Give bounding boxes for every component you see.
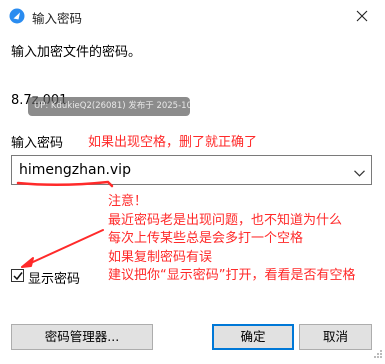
chevron-down-icon[interactable] (354, 170, 365, 177)
watermark-badge: UP: KdukieQ2(26081) 发布于 2025-10-17 (28, 97, 190, 116)
window-title: 输入密码 (32, 11, 83, 26)
annotation-line: 建议把你“显示密码”打开，看看是否有空格 (108, 268, 356, 283)
checkmark-icon (13, 272, 23, 281)
ok-button[interactable]: 确定 (212, 324, 294, 350)
cancel-button[interactable]: 取消 (299, 324, 372, 350)
app-icon (9, 8, 25, 24)
title-bar: 输入密码 (0, 0, 385, 32)
annotation-line: 注意！ (108, 194, 148, 209)
arrow-head (21, 257, 34, 268)
annotation-line: 如果复制密码有误 (108, 249, 213, 265)
show-password-label[interactable]: 显示密码 (28, 268, 80, 287)
annotation-top: 如果出现空格，删了就正确了 (88, 135, 258, 150)
close-icon[interactable] (356, 10, 368, 22)
prompt-text: 输入加密文件的密码。 (11, 45, 142, 60)
password-label: 输入密码 (11, 136, 64, 151)
password-combobox[interactable]: himengzhan.vip (11, 155, 372, 185)
annotation-line: 每次上传某些总是会多打一个空格 (108, 231, 304, 246)
close-button[interactable] (339, 0, 385, 32)
annotation-line: 最近密码老是出现问题，也不知道为什么 (108, 212, 343, 228)
password-manager-button[interactable]: 密码管理器... (11, 324, 153, 350)
annotation-note: 注意！ 最近密码老是出现问题，也不知道为什么 每次上传某些总是会多打一个空格 如… (108, 193, 355, 286)
resize-grip-icon[interactable] (373, 348, 383, 362)
dropdown-button[interactable] (354, 166, 365, 180)
arrow-line (21, 229, 104, 268)
checkbox-box[interactable] (11, 269, 24, 282)
password-input[interactable]: himengzhan.vip (19, 162, 131, 178)
